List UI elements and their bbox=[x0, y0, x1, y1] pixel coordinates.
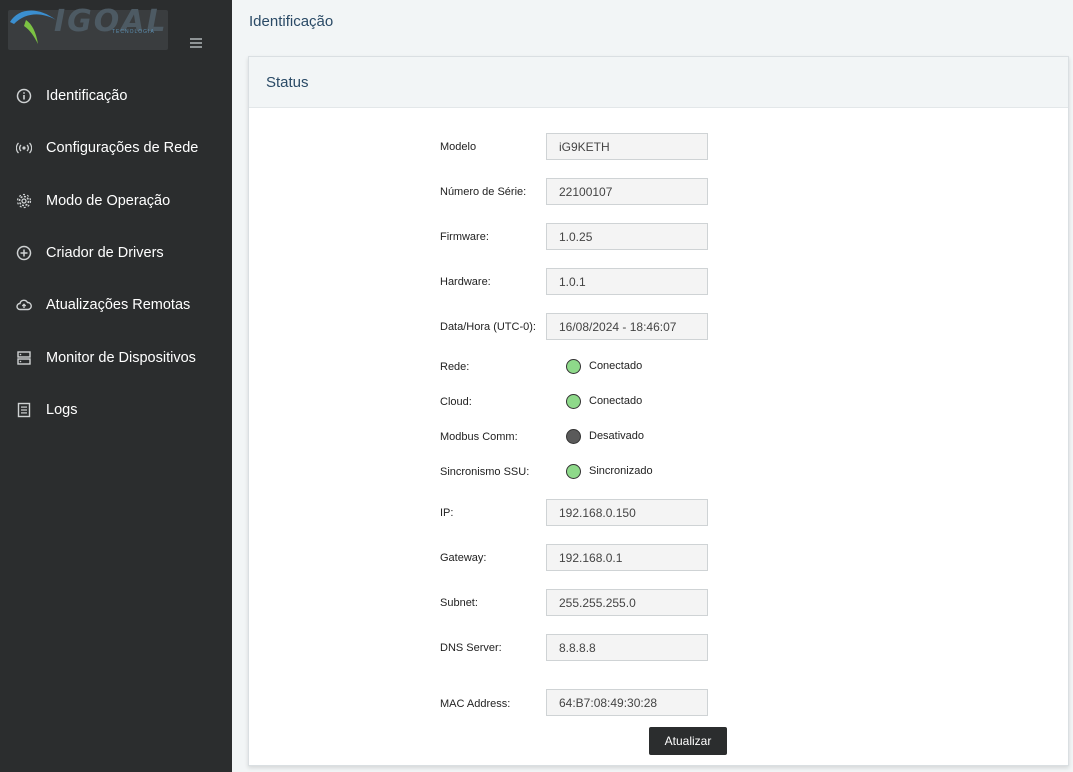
rede-status-text: Conectado bbox=[589, 360, 643, 372]
status-card: Status Modelo Número de Série: Firmware:… bbox=[248, 56, 1069, 766]
modbus-label: Modbus Comm: bbox=[440, 431, 518, 443]
card-header: Status bbox=[249, 57, 1068, 108]
sidebar-item-label: Configurações de Rede bbox=[46, 140, 199, 157]
document-icon bbox=[16, 402, 32, 418]
sidebar-item-label: Criador de Drivers bbox=[46, 245, 164, 262]
sidebar-item-modo-operacao[interactable]: Modo de Operação bbox=[0, 175, 232, 227]
sidebar-item-label: Modo de Operação bbox=[46, 192, 171, 209]
sidebar-item-label: Atualizações Remotas bbox=[46, 297, 191, 314]
modbus-status-text: Desativado bbox=[589, 430, 645, 442]
modbus-status-indicator bbox=[566, 429, 581, 444]
rede-label: Rede: bbox=[440, 361, 470, 373]
firmware-field[interactable] bbox=[546, 223, 708, 250]
page-title: Identificação bbox=[249, 13, 334, 30]
sidebar-item-monitor-dispositivos[interactable]: Monitor de Dispositivos bbox=[0, 331, 232, 383]
serie-field[interactable] bbox=[546, 178, 708, 205]
sidebar: IGOAL TECNOLOGIA Identificação Configura… bbox=[0, 0, 232, 772]
sidebar-item-label: Logs bbox=[46, 401, 78, 418]
sidebar-item-label: Monitor de Dispositivos bbox=[46, 349, 196, 366]
logo[interactable]: IGOAL TECNOLOGIA bbox=[0, 0, 232, 62]
dns-field[interactable] bbox=[546, 634, 708, 661]
logo-subtext: TECNOLOGIA bbox=[112, 29, 155, 35]
info-icon bbox=[16, 88, 32, 104]
datahora-field[interactable] bbox=[546, 313, 708, 340]
gateway-label: Gateway: bbox=[440, 552, 487, 564]
rede-status-indicator bbox=[566, 359, 581, 374]
subnet-field[interactable] bbox=[546, 589, 708, 616]
cloud-status-indicator bbox=[566, 394, 581, 409]
sidebar-item-criador-drivers[interactable]: Criador de Drivers bbox=[0, 227, 232, 279]
modelo-field[interactable] bbox=[546, 133, 708, 160]
mac-label: MAC Address: bbox=[440, 698, 511, 710]
hardware-field[interactable] bbox=[546, 268, 708, 295]
atualizar-button[interactable]: Atualizar bbox=[649, 727, 727, 755]
cloud-upload-icon bbox=[16, 297, 32, 313]
sidebar-item-configuracoes-rede[interactable]: Configurações de Rede bbox=[0, 122, 232, 174]
plus-circle-icon bbox=[16, 245, 32, 261]
sidebar-item-label: Identificação bbox=[46, 88, 128, 105]
card-title: Status bbox=[266, 74, 309, 91]
gateway-field[interactable] bbox=[546, 544, 708, 571]
sidebar-item-identificacao[interactable]: Identificação bbox=[0, 70, 232, 122]
ip-label: IP: bbox=[440, 507, 454, 519]
ssu-label: Sincronismo SSU: bbox=[440, 466, 530, 478]
subnet-label: Subnet: bbox=[440, 597, 478, 609]
ssu-status-indicator bbox=[566, 464, 581, 479]
datahora-label: Data/Hora (UTC-0): bbox=[440, 321, 536, 333]
modelo-label: Modelo bbox=[440, 141, 477, 153]
server-icon bbox=[16, 350, 32, 366]
gear-icon bbox=[16, 193, 32, 209]
firmware-label: Firmware: bbox=[440, 231, 489, 243]
sidebar-item-logs[interactable]: Logs bbox=[0, 384, 232, 436]
hardware-label: Hardware: bbox=[440, 276, 491, 288]
ssu-status-text: Sincronizado bbox=[589, 465, 653, 477]
mac-field[interactable] bbox=[546, 689, 708, 716]
cloud-label: Cloud: bbox=[440, 396, 472, 408]
ip-field[interactable] bbox=[546, 499, 708, 526]
cloud-status-text: Conectado bbox=[589, 395, 643, 407]
broadcast-icon bbox=[16, 140, 32, 156]
sidebar-nav: Identificação Configurações de Rede Modo… bbox=[0, 70, 232, 436]
dns-label: DNS Server: bbox=[440, 642, 502, 654]
sidebar-item-atualizacoes-remotas[interactable]: Atualizações Remotas bbox=[0, 279, 232, 331]
menu-toggle-icon[interactable] bbox=[189, 36, 205, 50]
serie-label: Número de Série: bbox=[440, 186, 527, 198]
